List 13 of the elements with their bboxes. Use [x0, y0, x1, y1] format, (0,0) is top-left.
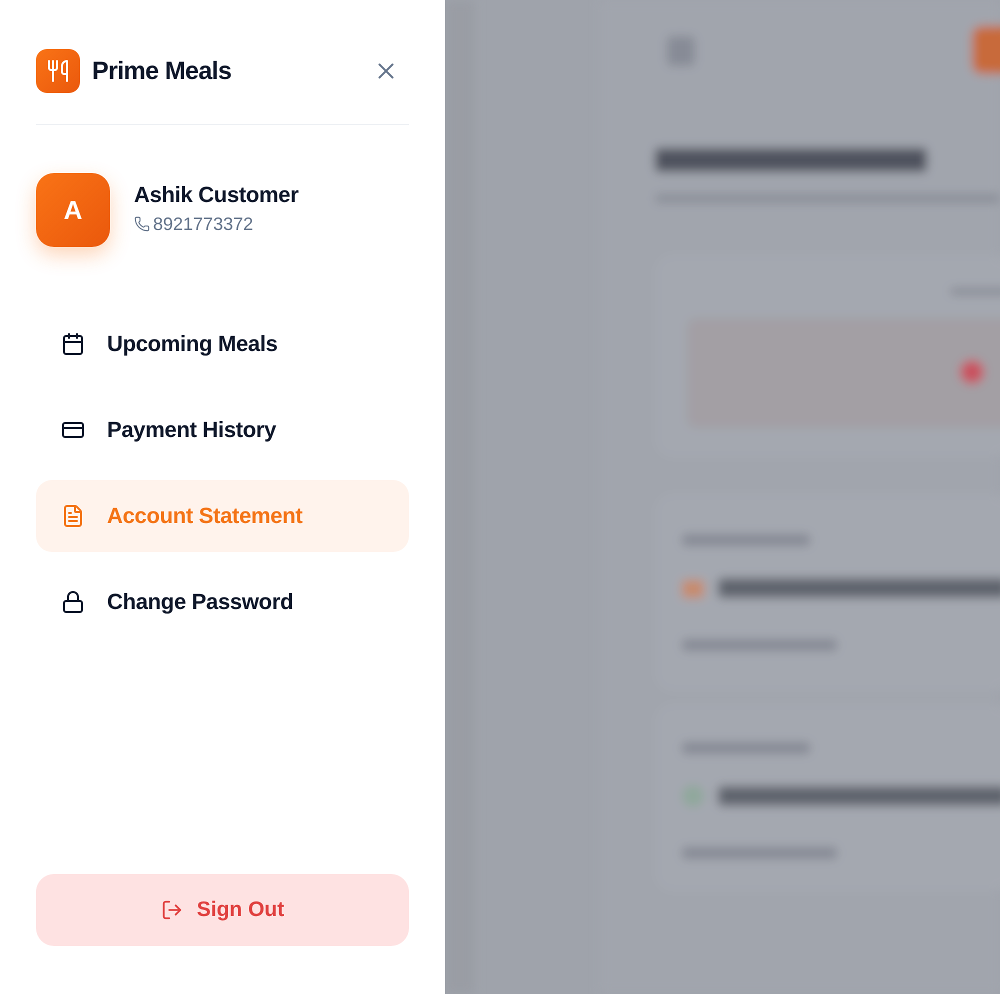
brand-name: Prime Meals	[92, 56, 232, 86]
document-icon	[61, 504, 85, 528]
sign-out-icon	[160, 899, 183, 921]
nav-item[interactable]: Upcoming Meals	[36, 308, 409, 380]
user-name: Ashik Customer	[134, 182, 299, 208]
fork-knife-icon	[36, 49, 80, 93]
nav-item[interactable]: Payment History	[36, 394, 409, 466]
avatar: A	[36, 173, 110, 247]
phone-icon	[134, 216, 150, 232]
nav-item[interactable]: Change Password	[36, 566, 409, 638]
calendar-icon	[61, 332, 85, 356]
phone-number: 8921773372	[153, 214, 254, 234]
lock-icon	[61, 590, 85, 614]
